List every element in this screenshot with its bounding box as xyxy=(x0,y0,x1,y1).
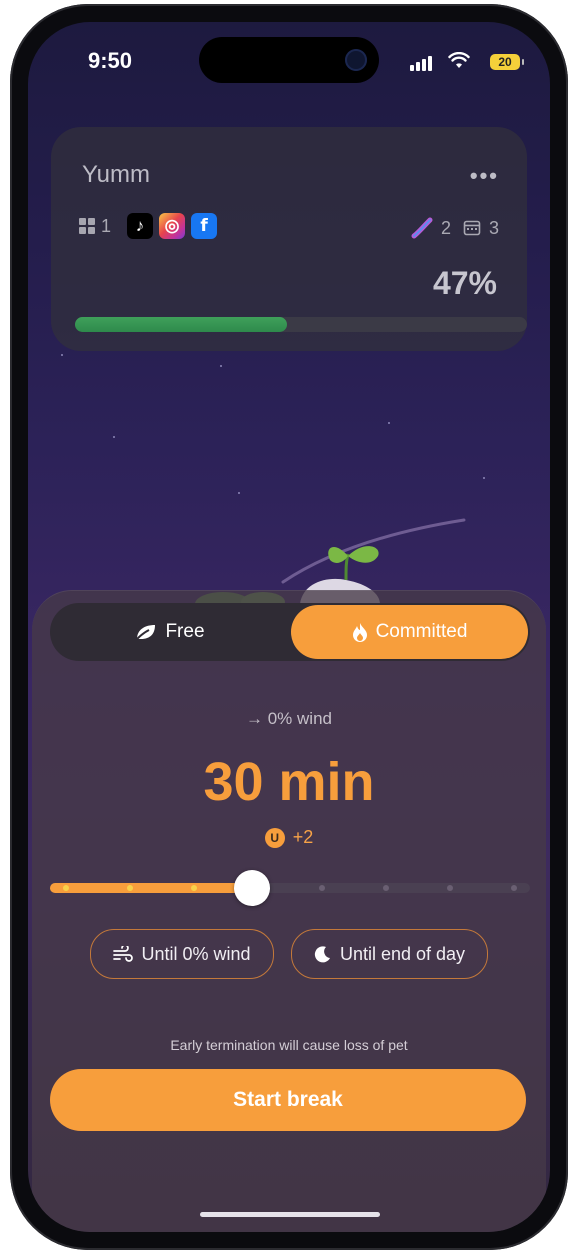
screen: 9:50 20 Yumm ••• 1 ♪ ◎ f 2 3 47% Free Co… xyxy=(28,22,550,1232)
apps-count: 1 xyxy=(101,215,112,236)
wifi-icon xyxy=(448,52,470,68)
slider-thumb[interactable] xyxy=(233,870,270,906)
leaf-icon xyxy=(136,625,156,640)
progress-fill xyxy=(75,317,288,332)
slider-tick xyxy=(511,885,517,891)
until-end-of-day-label: Until end of day xyxy=(339,943,466,964)
slider-tick xyxy=(63,885,69,891)
more-options-button[interactable]: ••• xyxy=(470,163,499,189)
camera-icon xyxy=(345,49,367,71)
duration-value: 30 min xyxy=(203,752,375,812)
slider-tick xyxy=(447,885,453,891)
slider-tick xyxy=(127,885,133,891)
moon-icon xyxy=(314,946,330,963)
tiktok-icon: ♪ xyxy=(127,213,154,239)
focus-summary-card[interactable]: Yumm ••• 1 ♪ ◎ f 2 3 47% xyxy=(51,127,527,351)
facebook-icon: f xyxy=(191,213,218,239)
coin-icon: U xyxy=(264,827,285,848)
slider-tick xyxy=(319,885,325,891)
status-time: 9:50 xyxy=(88,48,133,73)
progress-track xyxy=(75,317,527,332)
termination-warning: Early termination will cause loss of pet xyxy=(170,1037,408,1053)
duration-slider[interactable] xyxy=(50,870,530,906)
slider-fill xyxy=(50,883,252,893)
wind-indicator: → 0% wind xyxy=(246,709,332,728)
card-title: Yumm xyxy=(82,161,151,188)
streak-icon xyxy=(411,217,433,239)
phone-frame: 9:50 20 Yumm ••• 1 ♪ ◎ f 2 3 47% Free Co… xyxy=(10,4,568,1250)
until-end-of-day-button[interactable]: Until end of day xyxy=(291,929,488,979)
battery-indicator: 20 xyxy=(490,54,524,70)
reward-amount: +2 xyxy=(292,827,314,847)
slider-tick xyxy=(383,885,389,891)
signal-icon xyxy=(410,56,432,71)
mode-free-option[interactable]: Free xyxy=(50,603,290,661)
calendar-count: 3 xyxy=(488,217,499,238)
calendar-icon xyxy=(463,220,481,236)
home-indicator[interactable] xyxy=(200,1212,380,1217)
dynamic-island xyxy=(199,37,379,83)
progress-percent: 47% xyxy=(432,265,497,301)
until-wind-button[interactable]: Until 0% wind xyxy=(90,929,274,979)
instagram-icon: ◎ xyxy=(159,213,186,239)
mode-toggle[interactable]: Free Committed xyxy=(50,603,530,661)
mode-free-label: Free xyxy=(165,621,205,642)
apps-grid-icon xyxy=(79,218,95,234)
mode-committed-label: Committed xyxy=(375,621,468,642)
reward-row: U +2 xyxy=(32,827,546,848)
flame-icon xyxy=(352,623,367,642)
mode-committed-option[interactable]: Committed xyxy=(291,605,528,659)
until-wind-label: Until 0% wind xyxy=(141,943,251,964)
start-break-button[interactable]: Start break xyxy=(50,1069,526,1131)
wind-icon xyxy=(113,946,134,962)
break-panel: Free Committed → 0% wind 30 min U +2 Unt… xyxy=(32,590,546,1232)
slider-tick xyxy=(191,885,197,891)
streak-count: 2 xyxy=(440,217,451,238)
status-bar: 9:50 20 xyxy=(28,22,550,112)
blocked-apps-row: 1 ♪ ◎ f xyxy=(79,213,218,239)
card-stats: 2 3 xyxy=(411,217,499,239)
